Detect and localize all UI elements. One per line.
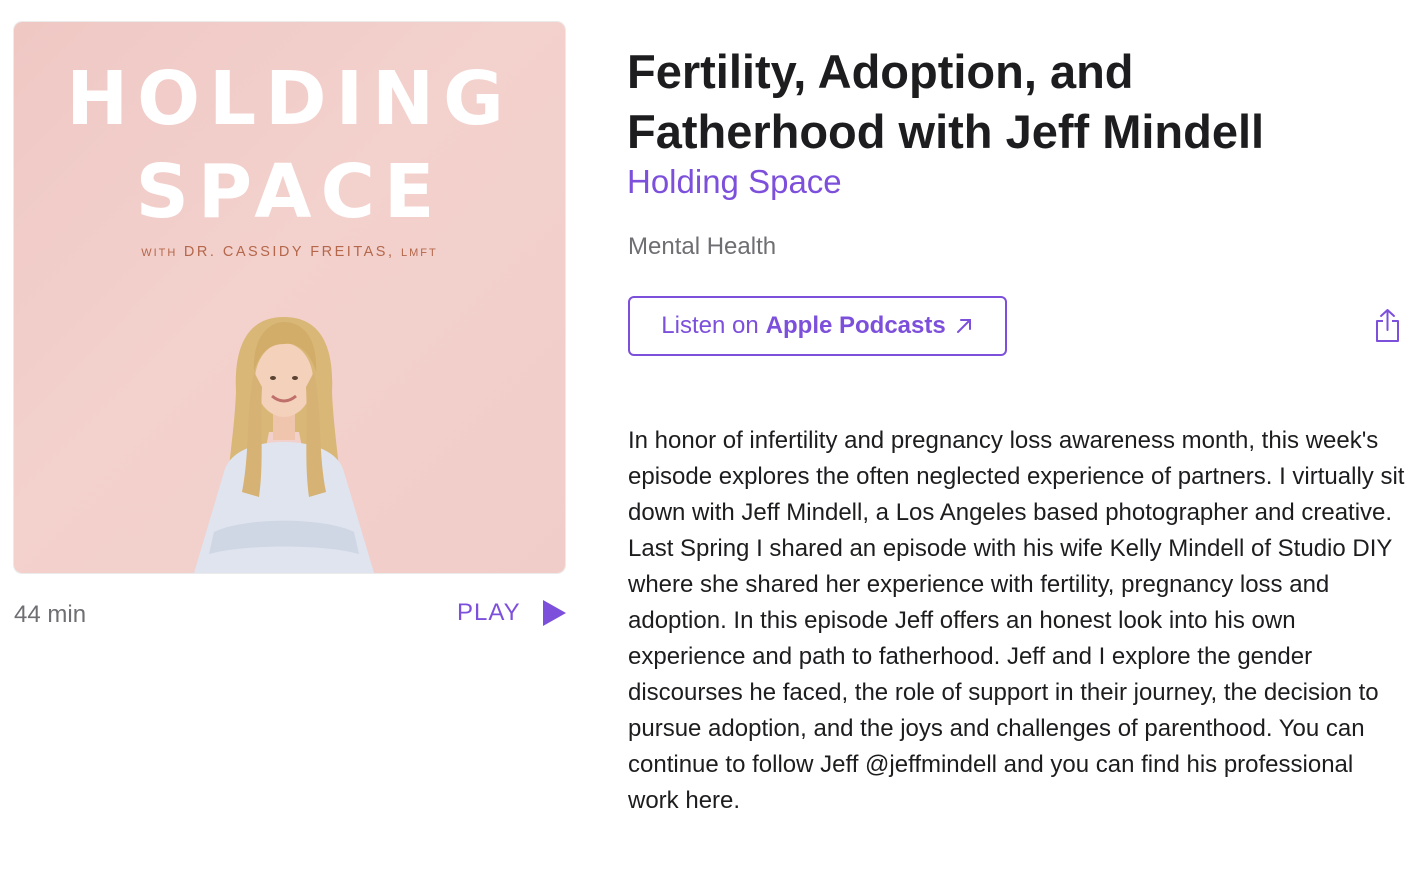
play-button[interactable]: PLAY xyxy=(457,599,567,627)
artwork-subtitle: WITH DR. CASSIDY FREITAS, LMFT xyxy=(14,244,565,260)
artwork-subtitle-name: DR. CASSIDY FREITAS, xyxy=(183,244,395,260)
listen-prefix: Listen on xyxy=(661,312,759,339)
listen-on-apple-podcasts-button[interactable]: Listen on Apple Podcasts xyxy=(628,296,1007,356)
artwork-title-line1: HOLDING xyxy=(66,56,513,142)
artwork-subtitle-with: WITH xyxy=(141,247,178,259)
category-label: Mental Health xyxy=(628,233,777,260)
episode-duration: 44 min xyxy=(14,601,87,628)
artwork-subtitle-credential: LMFT xyxy=(401,247,438,259)
podcast-artwork: HOLDING SPACE WITH DR. CASSIDY FREITAS, … xyxy=(14,22,565,573)
play-icon xyxy=(542,600,566,626)
show-name-link[interactable]: Holding Space xyxy=(627,163,842,201)
artwork-title-line2: SPACE xyxy=(135,149,444,235)
play-label: PLAY xyxy=(457,599,521,626)
listen-brand: Apple Podcasts xyxy=(765,312,946,339)
episode-description: In honor of infertility and pregnancy lo… xyxy=(628,427,1405,814)
host-photo xyxy=(194,317,374,573)
episode-title: Fertility, Adoption, and Fatherhood with… xyxy=(627,45,1265,158)
share-icon[interactable] xyxy=(1374,308,1401,343)
arrow-up-right-icon xyxy=(956,319,971,333)
